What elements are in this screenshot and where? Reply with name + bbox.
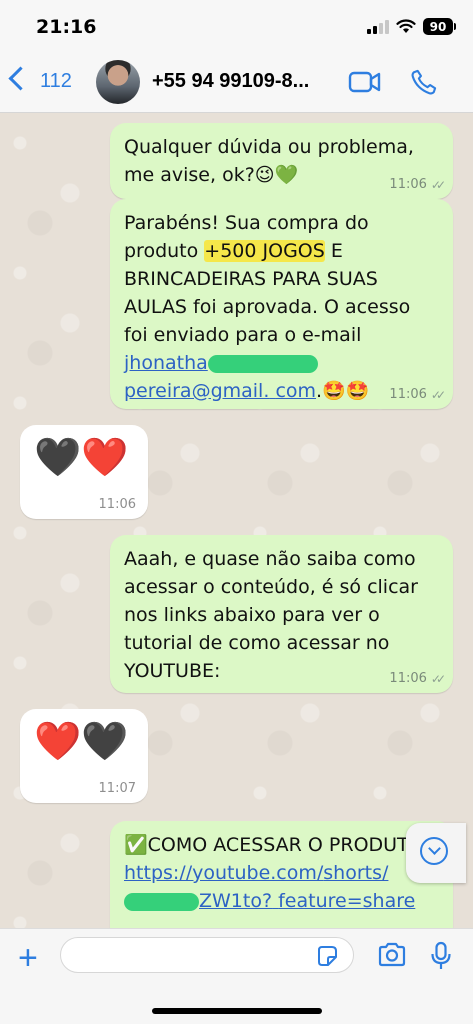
video-call-icon[interactable] (348, 70, 382, 94)
back-count[interactable]: 112 (40, 70, 72, 93)
status-bar: 21:16 90 (0, 0, 473, 52)
message-text: Parabéns! Sua compra do produto +500 JOG… (124, 212, 411, 402)
message-meta: 11:07 (99, 781, 136, 797)
message-meta: 11:06 (99, 497, 136, 513)
message-bubble-outgoing[interactable]: Qualquer dúvida ou problema, me avise, o… (110, 123, 453, 199)
contact-name[interactable]: +55 94 99109-8... (152, 70, 332, 93)
status-icons: 90 (367, 18, 456, 35)
phone-icon[interactable] (410, 68, 438, 96)
battery-icon: 90 (423, 18, 456, 35)
read-ticks-icon: ✓✓ (430, 672, 446, 686)
message-bubble-incoming[interactable]: 🖤❤️ 11:06 (20, 425, 148, 519)
message-text: 🖤❤️ (34, 435, 129, 479)
email-link[interactable]: jhonathapereira@gmail. com (124, 352, 318, 402)
message-input[interactable] (60, 937, 354, 973)
message-meta: 11:06 ✓✓ (389, 671, 446, 687)
message-time: 11:06 (389, 671, 427, 686)
message-meta: 11:06 ✓✓ (389, 177, 446, 193)
message-time: 11:06 (389, 387, 427, 402)
youtube-link[interactable]: https://youtube.com/shorts/ZW1to? featur… (124, 862, 415, 912)
microphone-icon[interactable] (430, 941, 452, 971)
message-text: ❤️🖤 (34, 719, 129, 763)
redaction-mark (124, 892, 199, 911)
avatar[interactable] (96, 60, 140, 104)
message-meta: 11:06 ✓✓ (389, 387, 446, 403)
signal-icon (367, 19, 389, 34)
sticker-icon[interactable] (316, 945, 338, 967)
chat-header: 112 +55 94 99109-8... (0, 52, 473, 113)
input-bar: + (0, 928, 473, 1024)
read-ticks-icon: ✓✓ (430, 388, 446, 402)
status-time: 21:16 (36, 16, 97, 38)
message-time: 11:06 (98, 497, 136, 512)
read-ticks-icon: ✓✓ (430, 178, 446, 192)
message-text: Aaah, e quase não saiba como acessar o c… (124, 548, 418, 682)
scroll-to-bottom-button[interactable] (406, 823, 466, 883)
message-text: ✅COMO ACESSAR O PRODUTO: https://youtube… (124, 834, 430, 912)
plus-icon[interactable]: + (18, 941, 38, 975)
home-indicator (152, 1008, 322, 1014)
message-bubble-outgoing[interactable]: ✅COMO ACESSAR O PRODUTO: https://youtube… (110, 821, 453, 928)
message-bubble-outgoing[interactable]: Aaah, e quase não saiba como acessar o c… (110, 535, 453, 693)
back-chevron-icon[interactable] (8, 66, 33, 91)
highlighted-text: +500 JOGOS (204, 240, 325, 262)
message-time: 11:07 (98, 781, 136, 796)
camera-icon[interactable] (377, 942, 407, 968)
chat-area[interactable]: Qualquer dúvida ou problema, me avise, o… (0, 113, 473, 928)
wifi-icon (396, 19, 416, 33)
redaction-mark (207, 354, 318, 373)
message-time: 11:06 (389, 177, 427, 192)
message-bubble-incoming[interactable]: ❤️🖤 11:07 (20, 709, 148, 803)
chevron-down-icon (420, 837, 448, 865)
message-bubble-outgoing[interactable]: Parabéns! Sua compra do produto +500 JOG… (110, 199, 453, 409)
